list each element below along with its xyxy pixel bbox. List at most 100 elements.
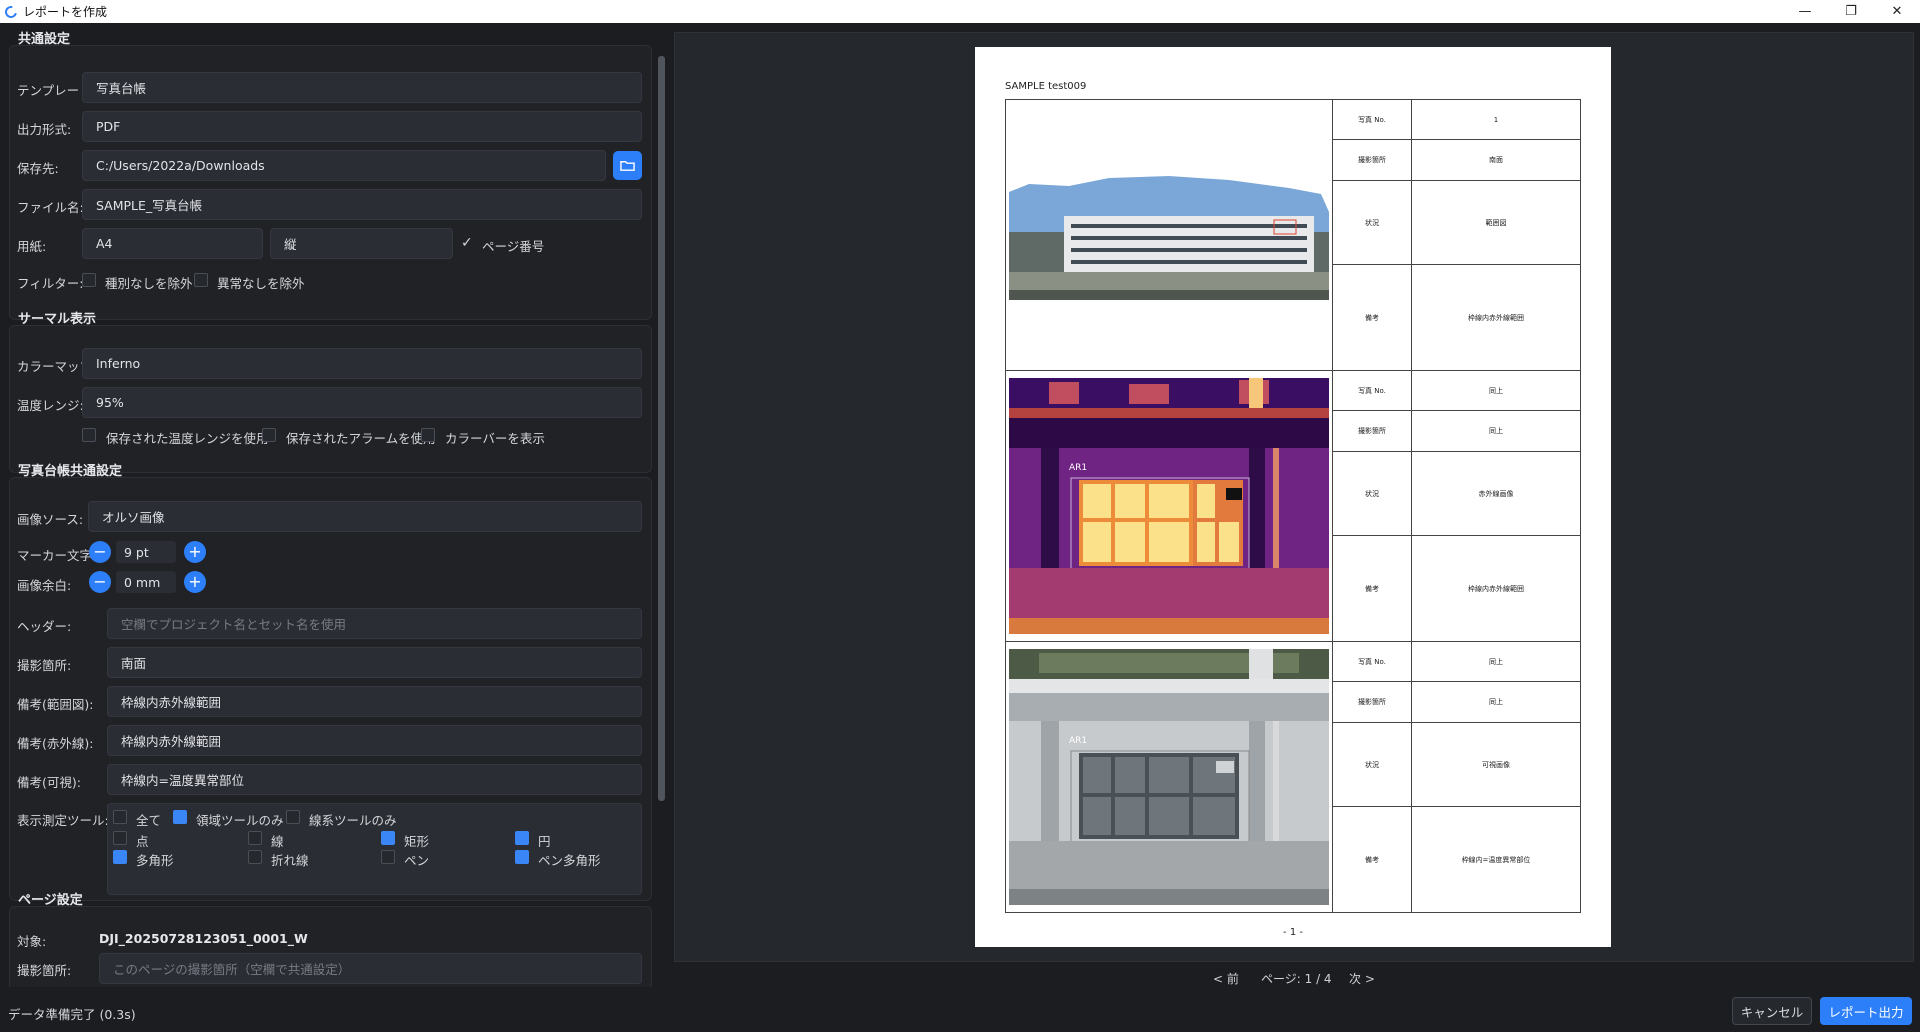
browse-folder-button[interactable] (613, 151, 642, 180)
format-select[interactable]: PDF (82, 111, 642, 142)
tool-polygon-checkbox[interactable] (113, 850, 127, 864)
page-indicator: ページ: 1 / 4 (1261, 972, 1332, 986)
row3-location: 同上 (1411, 681, 1581, 723)
tool-all-label: 全て (136, 813, 162, 828)
filter-no-type-checkbox[interactable] (82, 273, 96, 287)
tool-circle-checkbox[interactable] (515, 831, 529, 845)
margin-increase-button[interactable]: + (184, 571, 206, 593)
header-input[interactable]: 空欄でプロジェクト名とセット名を使用 (107, 608, 642, 639)
row2-status-label: 状況 (1332, 451, 1412, 536)
window-controls: — ❐ ✕ (1782, 0, 1920, 23)
use-saved-range-checkbox[interactable] (82, 428, 96, 442)
paper-orientation-select[interactable]: 縦 (270, 228, 453, 259)
report-header: SAMPLE test009 (1005, 81, 1087, 92)
tool-line-checkbox[interactable] (248, 831, 262, 845)
temperature-range-label: 温度レンジ: (17, 398, 84, 413)
page-number-checkbox[interactable]: ✓ (461, 235, 473, 251)
cancel-button[interactable]: キャンセル (1732, 997, 1812, 1025)
note-range-input[interactable]: 枠線内赤外線範囲 (107, 686, 642, 717)
row1-photo-no-label: 写真 No. (1332, 99, 1412, 140)
tool-point-checkbox[interactable] (113, 831, 127, 845)
target-value: DJI_20250728123051_0001_W (99, 931, 308, 946)
save-location-input[interactable]: C:/Users/2022a/Downloads (82, 150, 606, 181)
row3-note-label: 備考 (1332, 806, 1412, 913)
filter-no-type-label: 種別なしを除外 (105, 276, 193, 291)
row2-status: 赤外線画像 (1411, 451, 1581, 536)
marker-increase-button[interactable]: + (184, 541, 206, 563)
tool-pen-polygon-label: ペン多角形 (538, 853, 601, 868)
report-page-preview: SAMPLE test009 写真 No. 1 撮影箇所 南面 状況 範囲図 備… (975, 47, 1611, 947)
filename-input[interactable]: SAMPLE_写真台帳 (82, 189, 642, 220)
tool-area-only-checkbox[interactable] (173, 810, 187, 824)
margin-decrease-button[interactable]: − (89, 571, 111, 593)
thermal-photo: AR1 (1009, 378, 1329, 634)
tool-line-only-checkbox[interactable] (286, 810, 300, 824)
filter-no-anomaly-checkbox[interactable] (194, 273, 208, 287)
tools-label: 表示測定ツール: (17, 813, 109, 828)
use-saved-alarm-label: 保存されたアラームを使用 (286, 431, 436, 446)
tool-rect-label: 矩形 (404, 834, 430, 849)
row3-location-label: 撮影箇所 (1332, 681, 1412, 723)
note-visible-input[interactable]: 枠線内=温度異常部位 (107, 764, 642, 795)
row1-note-label: 備考 (1332, 264, 1412, 371)
margin-input[interactable]: 0 mm (116, 571, 176, 593)
image-source-label: 画像ソース: (17, 512, 84, 527)
row3-photo-no: 同上 (1411, 641, 1581, 682)
location-input[interactable]: 南面 (107, 647, 642, 678)
app-icon (2, 3, 20, 20)
save-location-label: 保存先: (17, 161, 59, 176)
page-number-label: ページ番号 (482, 239, 545, 254)
tool-pen-checkbox[interactable] (381, 850, 395, 864)
tool-pen-polygon-checkbox[interactable] (515, 850, 529, 864)
tool-line-label: 線 (271, 834, 284, 849)
panorama-photo (1009, 172, 1329, 300)
filename-label: ファイル名: (17, 200, 84, 215)
template-select[interactable]: 写真台帳 (82, 72, 642, 103)
temperature-range-select[interactable]: 95% (82, 387, 642, 418)
row1-status-label: 状況 (1332, 180, 1412, 265)
image-source-select[interactable]: オルソ画像 (88, 501, 642, 532)
target-label: 対象: (17, 934, 47, 949)
settings-scrollbar[interactable] (658, 56, 665, 801)
note-range-label: 備考(範囲図): (17, 697, 94, 712)
page-location-label: 撮影箇所: (17, 963, 72, 978)
marker-text-label: マーカー文字: (17, 548, 97, 563)
marker-decrease-button[interactable]: − (89, 541, 111, 563)
show-colorbar-checkbox[interactable] (421, 428, 435, 442)
row2-photo-no-label: 写真 No. (1332, 370, 1412, 411)
note-ir-label: 備考(赤外線): (17, 736, 94, 751)
tool-all-checkbox[interactable] (113, 810, 127, 824)
note-visible-label: 備考(可視): (17, 775, 81, 790)
row2-location-label: 撮影箇所 (1332, 410, 1412, 452)
row3-status: 可視画像 (1411, 722, 1581, 807)
title-bar: レポートを作成 — ❐ ✕ (0, 0, 1920, 23)
tool-area-only-label: 領域ツールのみ (196, 813, 284, 828)
marker-size-input[interactable]: 9 pt (116, 541, 176, 563)
tool-polygon-label: 多角形 (136, 853, 174, 868)
colormap-select[interactable]: Inferno (82, 348, 642, 379)
row3-marker: AR1 (1069, 736, 1087, 746)
use-saved-alarm-checkbox[interactable] (262, 428, 276, 442)
row1-note: 枠線内赤外線範囲 (1411, 264, 1581, 371)
row2-photo-no: 同上 (1411, 370, 1581, 411)
export-report-button[interactable]: レポート出力 (1820, 997, 1912, 1025)
image-margin-label: 画像余白: (17, 578, 72, 593)
use-saved-range-label: 保存された温度レンジを使用 (106, 431, 269, 446)
location-label: 撮影箇所: (17, 658, 72, 673)
row2-note: 枠線内赤外線範囲 (1411, 535, 1581, 642)
paper-label: 用紙: (17, 239, 47, 254)
tool-rect-checkbox[interactable] (381, 831, 395, 845)
note-ir-input[interactable]: 枠線内赤外線範囲 (107, 725, 642, 756)
next-page-button[interactable]: 次 > (1349, 970, 1375, 987)
tool-line-only-label: 線系ツールのみ (309, 813, 397, 828)
row1-photo-no: 1 (1411, 99, 1581, 140)
row2-note-label: 備考 (1332, 535, 1412, 642)
prev-page-button[interactable]: < 前 (1213, 970, 1239, 987)
paper-size-select[interactable]: A4 (82, 228, 263, 259)
minimize-button[interactable]: — (1782, 0, 1828, 23)
close-button[interactable]: ✕ (1874, 0, 1920, 23)
tool-polyline-checkbox[interactable] (248, 850, 262, 864)
page-location-input[interactable]: このページの撮影箇所（空欄で共通設定） (99, 953, 642, 984)
row3-photo-no-label: 写真 No. (1332, 641, 1412, 682)
maximize-button[interactable]: ❐ (1828, 0, 1874, 23)
